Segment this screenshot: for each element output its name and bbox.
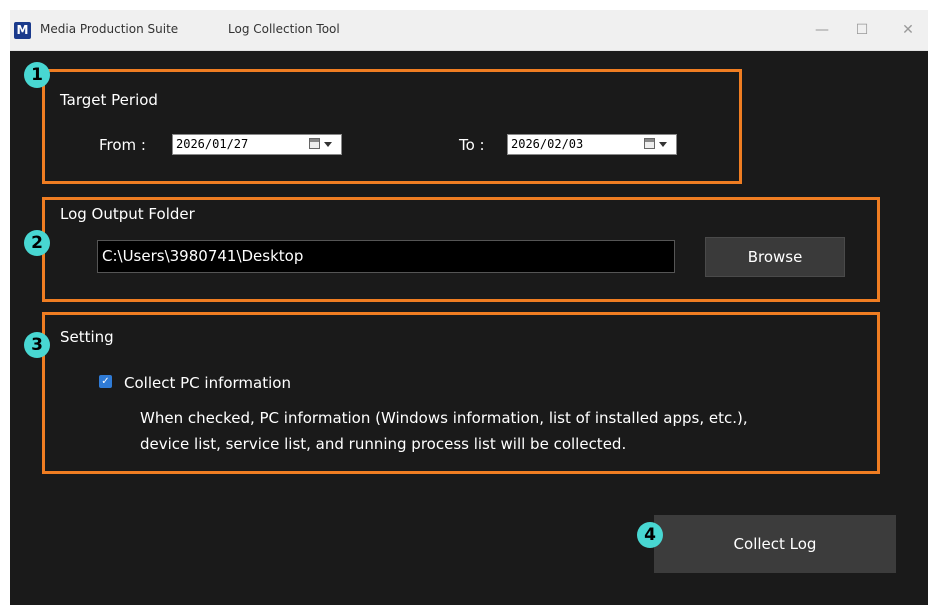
highlight-target-period xyxy=(42,69,742,184)
target-period-heading: Target Period xyxy=(60,91,158,109)
step-badge-2: 2 xyxy=(24,230,50,256)
setting-heading: Setting xyxy=(60,328,114,346)
collect-log-button[interactable]: Collect Log xyxy=(654,515,896,573)
description-line-1: When checked, PC information (Windows in… xyxy=(140,409,748,427)
from-label: From : xyxy=(99,136,146,154)
from-date-picker[interactable]: 2026/01/27 xyxy=(172,134,342,155)
to-date-value: 2026/02/03 xyxy=(511,137,584,151)
to-date-dropdown-button[interactable] xyxy=(640,137,674,152)
collect-pc-info-checkbox[interactable]: ✓ xyxy=(99,375,112,388)
window-app-name: Media Production Suite xyxy=(40,22,179,36)
from-date-value: 2026/01/27 xyxy=(176,137,249,151)
description-line-2: device list, service list, and running p… xyxy=(140,435,627,453)
collect-pc-info-label[interactable]: Collect PC information xyxy=(124,374,291,392)
calendar-icon xyxy=(309,138,320,149)
maximize-button[interactable]: ☐ xyxy=(842,15,882,45)
dropdown-caret-icon xyxy=(659,142,667,147)
calendar-icon xyxy=(644,138,655,149)
from-date-dropdown-button[interactable] xyxy=(305,137,339,152)
step-badge-4: 4 xyxy=(637,522,663,548)
output-folder-input[interactable]: C:\Users\3980741\Desktop xyxy=(97,240,675,273)
browse-button[interactable]: Browse xyxy=(705,237,845,277)
minimize-button[interactable]: — xyxy=(802,15,842,45)
checkmark-icon: ✓ xyxy=(101,376,110,387)
close-button[interactable]: ✕ xyxy=(888,15,928,45)
log-output-heading: Log Output Folder xyxy=(60,205,195,223)
dropdown-caret-icon xyxy=(324,142,332,147)
window-tool-name: Log Collection Tool xyxy=(228,22,340,36)
step-badge-3: 3 xyxy=(24,332,50,358)
app-logo-icon: M xyxy=(14,22,31,39)
to-label: To : xyxy=(459,136,485,154)
collect-pc-info-description: When checked, PC information (Windows in… xyxy=(140,405,860,457)
to-date-picker[interactable]: 2026/02/03 xyxy=(507,134,677,155)
title-bar: M Media Production Suite Log Collection … xyxy=(10,10,928,51)
step-badge-1: 1 xyxy=(24,62,50,88)
